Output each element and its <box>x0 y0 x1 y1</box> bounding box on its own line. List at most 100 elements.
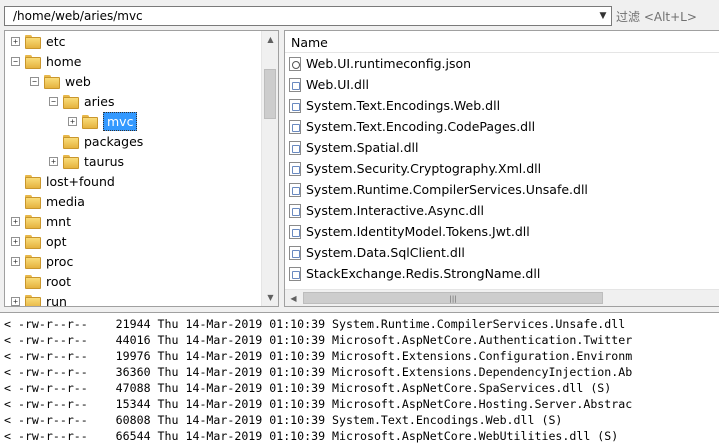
tree-item-media[interactable]: media <box>11 191 85 211</box>
tree-item-label: opt <box>46 233 67 249</box>
file-name: System.Spatial.dll <box>306 140 419 155</box>
tree-item-label: packages <box>84 133 144 149</box>
chevron-down-icon[interactable]: ▼ <box>595 7 611 25</box>
column-header-label: Name <box>291 35 328 50</box>
tree-item-label: aries <box>84 93 115 109</box>
tree-item-run[interactable]: + run <box>11 291 67 307</box>
expand-icon[interactable]: + <box>11 236 20 246</box>
file-row[interactable]: System.Text.Encodings.Web.dll <box>289 95 500 116</box>
tree-vertical-scrollbar[interactable]: ▲ ▼ <box>261 31 278 306</box>
log-line: < -rw-r--r-- 21944 Thu 14-Mar-2019 01:10… <box>4 317 626 331</box>
log-line: < -rw-r--r-- 66544 Thu 14-Mar-2019 01:10… <box>4 429 619 443</box>
expand-icon[interactable]: + <box>11 256 20 266</box>
expand-icon[interactable]: + <box>68 116 77 126</box>
dll-file-icon <box>289 224 301 239</box>
folder-icon <box>62 94 79 109</box>
file-name: Web.UI.dll <box>306 77 369 92</box>
tree-item-label: media <box>46 193 85 209</box>
file-row[interactable]: System.Runtime.CompilerServices.Unsafe.d… <box>289 179 588 200</box>
file-row[interactable]: System.Data.SqlClient.dll <box>289 242 465 263</box>
file-row[interactable]: StackExchange.Redis.StrongName.dll <box>289 263 540 284</box>
tree-item-proc[interactable]: + proc <box>11 251 73 271</box>
folder-icon <box>24 214 41 229</box>
tree-item-aries[interactable]: − aries <box>49 91 114 111</box>
folder-icon <box>24 294 41 306</box>
dll-file-icon <box>289 182 301 197</box>
folder-icon <box>24 34 41 49</box>
transfer-log: < -rw-r--r-- 21944 Thu 14-Mar-2019 01:10… <box>0 312 719 447</box>
file-row[interactable]: System.Spatial.dll <box>289 137 418 158</box>
file-row[interactable]: Web.UI.dll <box>289 74 369 95</box>
json-file-icon <box>289 56 301 71</box>
log-line: < -rw-r--r-- 44016 Thu 14-Mar-2019 01:10… <box>4 333 633 347</box>
tree-item-opt[interactable]: + opt <box>11 231 66 251</box>
log-line: < -rw-r--r-- 60808 Thu 14-Mar-2019 01:10… <box>4 413 563 427</box>
tree-item-web[interactable]: − web <box>30 71 91 91</box>
folder-icon <box>24 194 41 209</box>
name-column-header[interactable]: Name <box>285 31 719 53</box>
directory-tree[interactable]: + etc − home − web − aries + mvc packages + taurus lo… <box>4 30 279 307</box>
tree-item-label: proc <box>46 253 74 269</box>
tree-item-label: mnt <box>46 213 71 229</box>
file-name: System.Data.SqlClient.dll <box>306 245 465 260</box>
dll-file-icon <box>289 77 301 92</box>
tree-item-label: etc <box>46 33 66 49</box>
folder-icon <box>81 114 98 129</box>
scroll-left-icon[interactable]: ◀ <box>285 290 302 306</box>
tree-item-mvc[interactable]: + mvc <box>68 111 138 131</box>
tree-item-packages[interactable]: packages <box>49 131 143 151</box>
folder-icon <box>24 54 41 69</box>
list-scroll-thumb[interactable]: ||| <box>303 292 603 304</box>
tree-item-etc[interactable]: + etc <box>11 31 65 51</box>
file-row[interactable]: System.Text.Encoding.CodePages.dll <box>289 116 535 137</box>
expand-icon[interactable]: + <box>49 156 58 166</box>
file-name: System.Runtime.CompilerServices.Unsafe.d… <box>306 182 588 197</box>
tree-item-root[interactable]: root <box>11 271 71 291</box>
tree-item-mnt[interactable]: + mnt <box>11 211 71 231</box>
dll-file-icon <box>289 203 301 218</box>
tree-item-label: mvc <box>103 111 138 131</box>
filter-input[interactable]: 过滤 <Alt+L> <box>616 8 697 25</box>
expand-icon[interactable]: + <box>11 296 20 306</box>
file-row[interactable]: Web.UI.runtimeconfig.json <box>289 53 471 74</box>
list-horizontal-scrollbar[interactable]: ◀ ||| <box>285 289 719 306</box>
collapse-icon[interactable]: − <box>11 56 20 66</box>
file-list[interactable]: Name Web.UI.runtimeconfig.json Web.UI.dll… <box>284 30 719 307</box>
dll-file-icon <box>289 98 301 113</box>
folder-icon <box>24 174 41 189</box>
dll-file-icon <box>289 245 301 260</box>
log-line: < -rw-r--r-- 36360 Thu 14-Mar-2019 01:10… <box>4 365 633 379</box>
file-row[interactable]: System.Interactive.Async.dll <box>289 200 484 221</box>
expand-icon[interactable]: + <box>11 36 20 46</box>
file-name: System.IdentityModel.Tokens.Jwt.dll <box>306 224 530 239</box>
tree-item-label: run <box>46 293 67 307</box>
scroll-down-icon[interactable]: ▼ <box>262 289 278 306</box>
scroll-up-icon[interactable]: ▲ <box>262 31 278 48</box>
folder-icon <box>24 254 41 269</box>
log-line: < -rw-r--r-- 19976 Thu 14-Mar-2019 01:10… <box>4 349 633 363</box>
tree-item-label: taurus <box>84 153 125 169</box>
collapse-icon[interactable]: − <box>30 76 39 86</box>
path-combobox[interactable]: /home/web/aries/mvc ▼ <box>4 6 612 26</box>
path-input[interactable]: /home/web/aries/mvc <box>13 9 143 23</box>
file-name: System.Text.Encoding.CodePages.dll <box>306 119 536 134</box>
folder-icon <box>62 134 79 149</box>
tree-item-label: root <box>46 273 72 289</box>
tree-item-home[interactable]: − home <box>11 51 81 71</box>
file-name: StackExchange.Redis.StrongName.dll <box>306 266 541 281</box>
tree-scroll-thumb[interactable] <box>264 69 276 119</box>
tree-item-lost-found[interactable]: lost+found <box>11 171 115 191</box>
grip-icon: ||| <box>449 295 457 303</box>
file-row[interactable]: System.Security.Cryptography.Xml.dll <box>289 158 541 179</box>
folder-icon <box>24 274 41 289</box>
folder-icon <box>24 234 41 249</box>
file-name: Web.UI.runtimeconfig.json <box>306 56 472 71</box>
file-name: System.Text.Encodings.Web.dll <box>306 98 501 113</box>
expand-icon[interactable]: + <box>11 216 20 226</box>
collapse-icon[interactable]: − <box>49 96 58 106</box>
folder-icon <box>43 74 60 89</box>
file-row[interactable]: System.IdentityModel.Tokens.Jwt.dll <box>289 221 530 242</box>
tree-item-label: lost+found <box>46 173 115 189</box>
tree-item-taurus[interactable]: + taurus <box>49 151 124 171</box>
file-name: System.Security.Cryptography.Xml.dll <box>306 161 542 176</box>
